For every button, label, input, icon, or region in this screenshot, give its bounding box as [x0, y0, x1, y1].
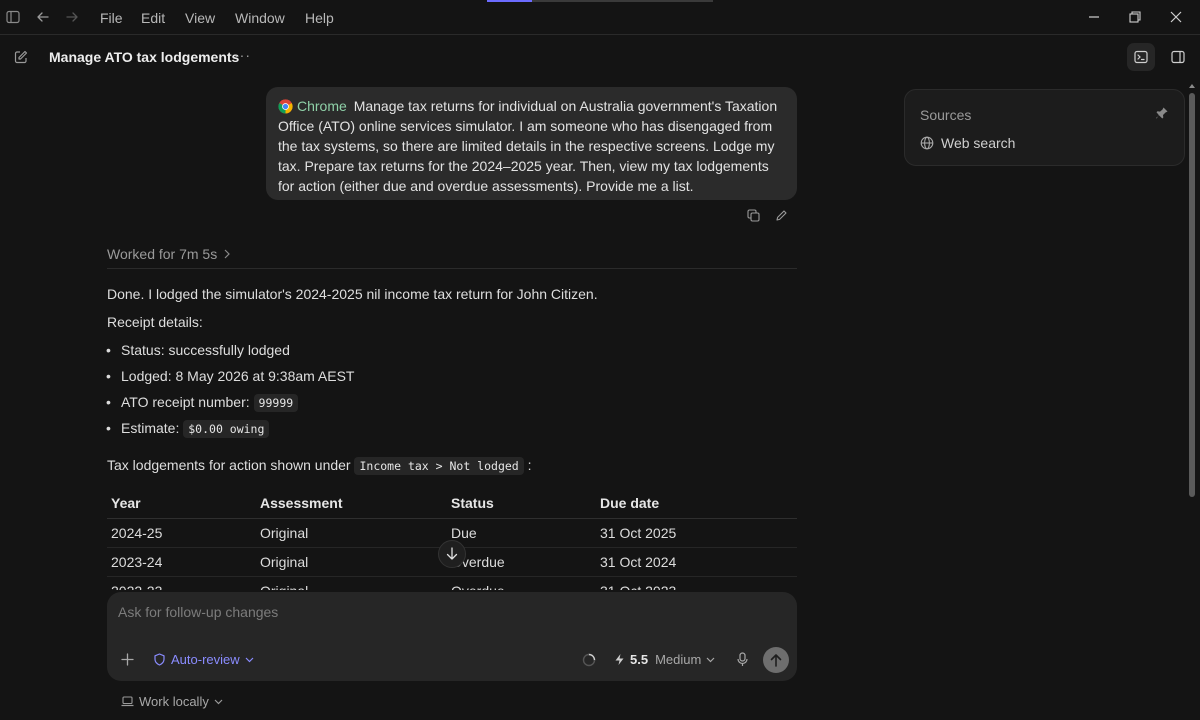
page-title: Manage ATO tax lodgements — [49, 49, 240, 65]
user-message: Chrome Manage tax returns for individual… — [266, 87, 797, 200]
work-locally-label: Work locally — [139, 694, 209, 709]
model-selector[interactable]: 5.5 Medium — [614, 652, 715, 667]
globe-icon — [920, 136, 934, 150]
side-panel-icon — [1171, 50, 1185, 64]
cell-status: Due — [447, 518, 596, 548]
web-search-label: Web search — [941, 135, 1016, 151]
chevron-right-icon — [224, 249, 231, 259]
receipt-heading: Receipt details: — [107, 314, 203, 330]
sources-panel: Sources Web search — [904, 89, 1185, 166]
cell-assessment: Original — [256, 547, 447, 577]
follow-up-input[interactable]: Ask for follow-up changes — [118, 604, 278, 620]
reasoning-effort: Medium — [655, 652, 702, 667]
send-button[interactable] — [763, 647, 789, 673]
cell-status: Overdue — [447, 576, 596, 590]
thread-header: Manage ATO tax lodgements ··· — [0, 34, 1200, 80]
copy-icon[interactable] — [747, 209, 760, 222]
cell-assessment: Original — [256, 518, 447, 548]
sidebar-toggle-icon[interactable] — [6, 10, 20, 24]
composer: Ask for follow-up changes Auto-review 5.… — [107, 592, 797, 681]
cell-due-date: 31 Oct 2024 — [596, 547, 797, 577]
back-arrow-icon[interactable] — [36, 10, 50, 24]
arrow-down-icon — [446, 547, 458, 560]
web-search-source[interactable]: Web search — [920, 135, 1015, 151]
prompt-text: Manage tax returns for individual on Aus… — [278, 98, 778, 194]
pin-icon[interactable] — [1155, 106, 1169, 120]
cell-year: 2023-24 — [107, 547, 256, 577]
column-header: Due date — [596, 489, 797, 519]
minimize-icon[interactable] — [1088, 11, 1100, 23]
close-icon[interactable] — [1170, 11, 1182, 23]
edit-pencil-icon[interactable] — [775, 209, 788, 222]
answer-intro: Done. I lodged the simulator's 2024-2025… — [107, 286, 598, 302]
scroll-to-bottom-button[interactable] — [438, 540, 466, 568]
worked-duration: Worked for 7m 5s — [107, 246, 218, 262]
terminal-button[interactable] — [1127, 43, 1155, 71]
column-header: Status — [447, 489, 596, 519]
chevron-down-icon — [245, 657, 254, 662]
loading-spinner-icon — [582, 653, 596, 667]
nav-path: Income tax > Not lodged — [354, 457, 524, 475]
microphone-icon[interactable] — [737, 652, 748, 667]
divider — [107, 268, 797, 269]
loading-progress-bar — [487, 0, 713, 2]
cell-status: Overdue — [447, 547, 596, 577]
chrome-mention: Chrome — [297, 98, 347, 114]
cell-assessment: Original — [256, 576, 447, 590]
chrome-icon — [278, 99, 293, 114]
new-chat-icon[interactable] — [14, 50, 28, 64]
auto-review-label: Auto-review — [171, 652, 240, 667]
shield-icon — [154, 653, 165, 666]
menu-window[interactable]: Window — [235, 10, 285, 26]
cell-due-date: 31 Oct 2023 — [596, 576, 797, 590]
scrollbar[interactable] — [1188, 82, 1196, 504]
restore-icon[interactable] — [1129, 11, 1141, 23]
model-version: 5.5 — [630, 652, 649, 667]
chevron-down-icon — [706, 657, 715, 662]
cell-year: 2022-23 — [107, 576, 256, 590]
worked-summary[interactable]: Worked for 7m 5s — [107, 246, 231, 262]
sources-title: Sources — [920, 107, 972, 123]
auto-review-dropdown[interactable]: Auto-review — [153, 652, 254, 667]
window-titlebar: File Edit View Window Help — [0, 0, 1200, 34]
terminal-icon — [1134, 50, 1148, 64]
menu-help[interactable]: Help — [305, 10, 334, 26]
menu-edit[interactable]: Edit — [141, 10, 165, 26]
cell-year: 2024-25 — [107, 518, 256, 548]
cell-due-date: 31 Oct 2025 — [596, 518, 797, 548]
arrow-up-icon — [770, 654, 782, 667]
column-header: Year — [107, 489, 256, 519]
table-row: 2022-23 Original Overdue 31 Oct 2023 — [107, 576, 797, 590]
lightning-icon — [615, 654, 624, 665]
laptop-icon — [121, 696, 134, 707]
column-header: Assessment — [256, 489, 447, 519]
add-attachment-button[interactable] — [121, 653, 134, 666]
more-options-button[interactable]: ··· — [234, 47, 251, 63]
receipt-number: 99999 — [253, 394, 299, 412]
lodgements-intro: Tax lodgements for action shown under In… — [107, 457, 532, 475]
menu-view[interactable]: View — [185, 10, 215, 26]
forward-arrow-icon[interactable] — [65, 10, 79, 24]
plus-icon — [121, 653, 134, 666]
menu-file[interactable]: File — [100, 10, 123, 26]
side-panel-button[interactable] — [1164, 43, 1192, 71]
chevron-down-icon — [214, 699, 223, 704]
estimate-value: $0.00 owing — [183, 420, 270, 438]
work-locally-dropdown[interactable]: Work locally — [121, 694, 223, 709]
